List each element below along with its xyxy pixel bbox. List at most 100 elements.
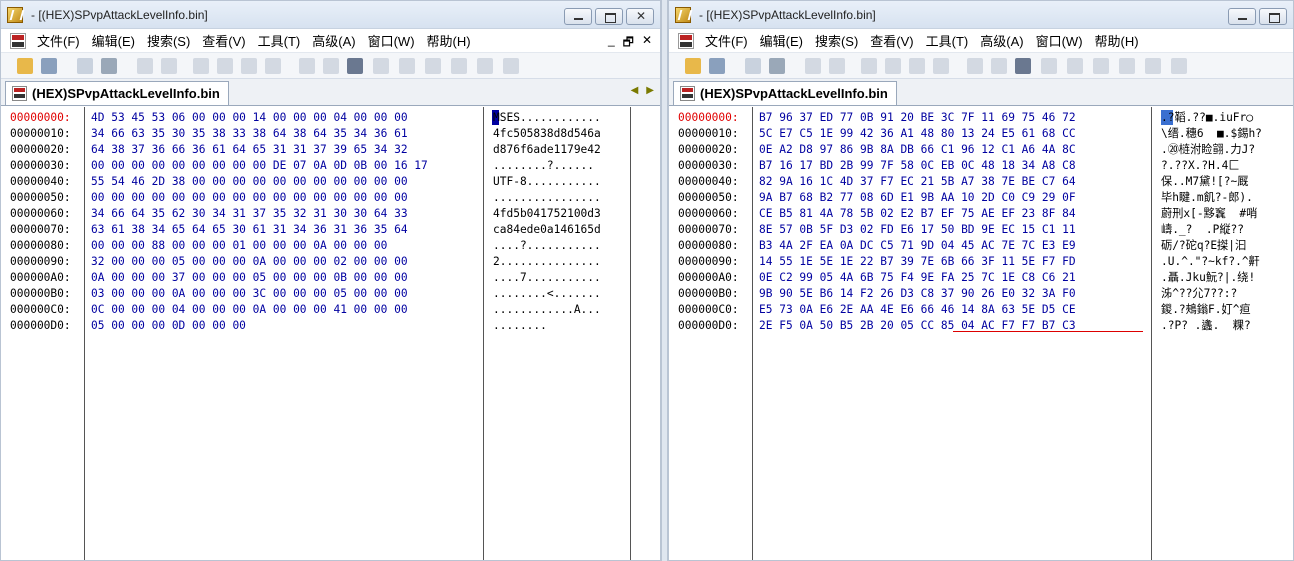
copy-icon[interactable] xyxy=(77,58,93,74)
hex-column[interactable]: 4D 53 45 53 06 00 00 00 14 00 00 00 04 0… xyxy=(91,110,428,334)
maximize-button[interactable] xyxy=(595,8,623,25)
ascii-row[interactable]: UTF-8........... xyxy=(493,174,601,190)
ascii-row[interactable]: 2............... xyxy=(493,254,601,270)
redo-icon[interactable] xyxy=(829,58,845,74)
hex-row[interactable]: 0E A2 D8 97 86 9B 8A DB 66 C1 96 12 C1 A… xyxy=(759,142,1076,158)
ascii-row[interactable]: MSES............ xyxy=(493,110,601,126)
hex-row[interactable]: 32 00 00 00 05 00 00 00 0A 00 00 00 02 0… xyxy=(91,254,428,270)
document-icon[interactable] xyxy=(10,33,26,49)
maximize-button[interactable] xyxy=(1259,8,1287,25)
hex-row[interactable]: 63 61 38 34 65 64 65 30 61 31 34 36 31 3… xyxy=(91,222,428,238)
ascii-row[interactable]: ....?........... xyxy=(493,238,601,254)
hex-row[interactable]: 05 00 00 00 0D 00 00 00 xyxy=(91,318,428,334)
hex-row[interactable]: 0E C2 99 05 4A 6B 75 F4 9E FA 25 7C 1E C… xyxy=(759,270,1076,286)
ascii-row[interactable]: ?.??X.?H.4匚 xyxy=(1161,158,1262,174)
menu-view[interactable]: 查看(V) xyxy=(864,31,919,50)
menu-advanced[interactable]: 高级(A) xyxy=(974,31,1029,50)
ascii-row[interactable]: .U.^."?~kf?.^鼾 xyxy=(1161,254,1262,270)
tab-scroll-right-icon[interactable]: ▶ xyxy=(646,85,654,96)
hex-row[interactable]: 9B 90 5E B6 14 F2 26 D3 C8 37 90 26 E0 3… xyxy=(759,286,1076,302)
window-icon[interactable] xyxy=(1145,58,1161,74)
align-icon[interactable] xyxy=(1015,58,1031,74)
ascii-row[interactable]: 嶹._? .P縦?? xyxy=(1161,222,1262,238)
ascii-row[interactable]: .聶.Jku魭?|.绕! xyxy=(1161,270,1262,286)
hex-row[interactable]: 64 38 37 36 66 36 61 64 65 31 31 37 39 6… xyxy=(91,142,428,158)
ascii-row[interactable]: d876f6ade1179e42 xyxy=(493,142,601,158)
list-icon[interactable] xyxy=(991,58,1007,74)
hex-row[interactable]: 9A B7 68 B2 77 08 6D E1 9B AA 10 2D C0 C… xyxy=(759,190,1076,206)
ascii-row[interactable]: ca84ede0a146165d xyxy=(493,222,601,238)
ascii-row[interactable]: \缙.穗6 ■.$錫h? xyxy=(1161,126,1262,142)
menu-search[interactable]: 搜索(S) xyxy=(809,31,864,50)
ascii-row[interactable]: 保..M7黛![?~厩 xyxy=(1161,174,1262,190)
grid-icon[interactable] xyxy=(399,58,415,74)
tab-file[interactable]: (HEX)SPvpAttackLevelInfo.bin xyxy=(5,81,229,105)
hex-row[interactable]: 34 66 64 35 62 30 34 31 37 35 32 31 30 3… xyxy=(91,206,428,222)
indent-icon[interactable] xyxy=(193,58,209,74)
open-folder-icon[interactable] xyxy=(685,58,701,74)
ascii-row[interactable]: ....7........... xyxy=(493,270,601,286)
hex-row[interactable]: 03 00 00 00 0A 00 00 00 3C 00 00 00 05 0… xyxy=(91,286,428,302)
ascii-row[interactable]: 4fd5b041752100d3 xyxy=(493,206,601,222)
unindent-icon[interactable] xyxy=(885,58,901,74)
menu-edit[interactable]: 编辑(E) xyxy=(754,31,809,50)
open-folder-icon[interactable] xyxy=(17,58,33,74)
menu-advanced[interactable]: 高级(A) xyxy=(306,31,361,50)
find-icon[interactable] xyxy=(241,58,257,74)
ascii-row[interactable]: ........ xyxy=(493,318,601,334)
menu-tools[interactable]: 工具(T) xyxy=(252,31,307,50)
minimize-button[interactable] xyxy=(564,8,592,25)
ascii-row[interactable]: 砺/?砣q?E搩|汩 xyxy=(1161,238,1262,254)
settings-icon[interactable] xyxy=(451,58,467,74)
hex-row[interactable]: 55 54 46 2D 38 00 00 00 00 00 00 00 00 0… xyxy=(91,174,428,190)
copy-icon[interactable] xyxy=(745,58,761,74)
hex-row[interactable]: 82 9A 16 1C 4D 37 F7 EC 21 5B A7 38 7E B… xyxy=(759,174,1076,190)
ascii-row[interactable]: ........<....... xyxy=(493,286,601,302)
table-icon[interactable] xyxy=(425,58,441,74)
hex-row[interactable]: 4D 53 45 53 06 00 00 00 14 00 00 00 04 0… xyxy=(91,110,428,126)
save-icon[interactable] xyxy=(41,58,57,74)
replace-icon[interactable] xyxy=(265,58,281,74)
unindent-icon[interactable] xyxy=(217,58,233,74)
ascii-row[interactable]: 鍐.?鵊鎓F.奵^疸 xyxy=(1161,302,1262,318)
table-icon[interactable] xyxy=(1093,58,1109,74)
ascii-row[interactable]: ........?...... xyxy=(493,158,601,174)
hex-column[interactable]: B7 96 37 ED 77 0B 91 20 BE 3C 7F 11 69 7… xyxy=(759,110,1076,334)
tab-scroll-left-icon[interactable]: ◀ xyxy=(631,85,639,96)
grid-icon[interactable] xyxy=(1067,58,1083,74)
minimize-button[interactable] xyxy=(1228,8,1256,25)
menu-view[interactable]: 查看(V) xyxy=(196,31,251,50)
redo-icon[interactable] xyxy=(161,58,177,74)
hex-row[interactable]: 00 00 00 88 00 00 00 01 00 00 00 0A 00 0… xyxy=(91,238,428,254)
hex-row[interactable]: 00 00 00 00 00 00 00 00 00 00 00 00 00 0… xyxy=(91,190,428,206)
hex-view-icon[interactable] xyxy=(299,58,315,74)
hex-row[interactable]: E5 73 0A E6 2E AA 4E E6 66 46 14 8A 63 5… xyxy=(759,302,1076,318)
ascii-row[interactable]: 泲^??尣7??:? xyxy=(1161,286,1262,302)
menu-help[interactable]: 帮助(H) xyxy=(1089,31,1145,50)
tab-file[interactable]: (HEX)SPvpAttackLevelInfo.bin xyxy=(673,81,897,105)
ascii-column[interactable]: .?鞱.??■.iuFr◯ \缙.穗6 ■.$錫h? .⑳梿泭睑翧.力J? ?.??X… xyxy=(1161,110,1262,334)
hex-row[interactable]: 14 55 1E 5E 1E 22 B7 39 7E 6B 66 3F 11 5… xyxy=(759,254,1076,270)
align-icon[interactable] xyxy=(347,58,363,74)
hex-row[interactable]: 5C E7 C5 1E 99 42 36 A1 48 80 13 24 E5 6… xyxy=(759,126,1076,142)
hex-row[interactable]: 0A 00 00 00 37 00 00 00 05 00 00 00 0B 0… xyxy=(91,270,428,286)
ascii-column[interactable]: MSES............ 4fc505838d8d546a d876f6ad… xyxy=(493,110,601,334)
document-icon[interactable] xyxy=(678,33,694,49)
menu-tools[interactable]: 工具(T) xyxy=(920,31,975,50)
ascii-row[interactable]: 蔚刑x[-黟竁 #哨 xyxy=(1161,206,1262,222)
column-icon[interactable] xyxy=(1041,58,1057,74)
hex-row[interactable]: 0C 00 00 00 04 00 00 00 0A 00 00 00 41 0… xyxy=(91,302,428,318)
menu-window[interactable]: 窗口(W) xyxy=(362,31,421,50)
menu-help[interactable]: 帮助(H) xyxy=(421,31,477,50)
hex-row[interactable]: B7 16 17 BD 2B 99 7F 58 0C EB 0C 48 18 3… xyxy=(759,158,1076,174)
menu-file[interactable]: 文件(F) xyxy=(699,31,754,50)
indent-icon[interactable] xyxy=(861,58,877,74)
undo-icon[interactable] xyxy=(805,58,821,74)
mdi-close-button[interactable]: ✕ xyxy=(642,33,652,54)
hex-row[interactable]: B3 4A 2F EA 0A DC C5 71 9D 04 45 AC 7E 7… xyxy=(759,238,1076,254)
split-icon[interactable] xyxy=(1171,58,1187,74)
ascii-row[interactable]: 毕h睷.m飢?-郎). xyxy=(1161,190,1262,206)
ascii-row[interactable]: .⑳梿泭睑翧.力J? xyxy=(1161,142,1262,158)
hex-view-icon[interactable] xyxy=(967,58,983,74)
mdi-minimize-button[interactable]: _ xyxy=(608,33,615,54)
